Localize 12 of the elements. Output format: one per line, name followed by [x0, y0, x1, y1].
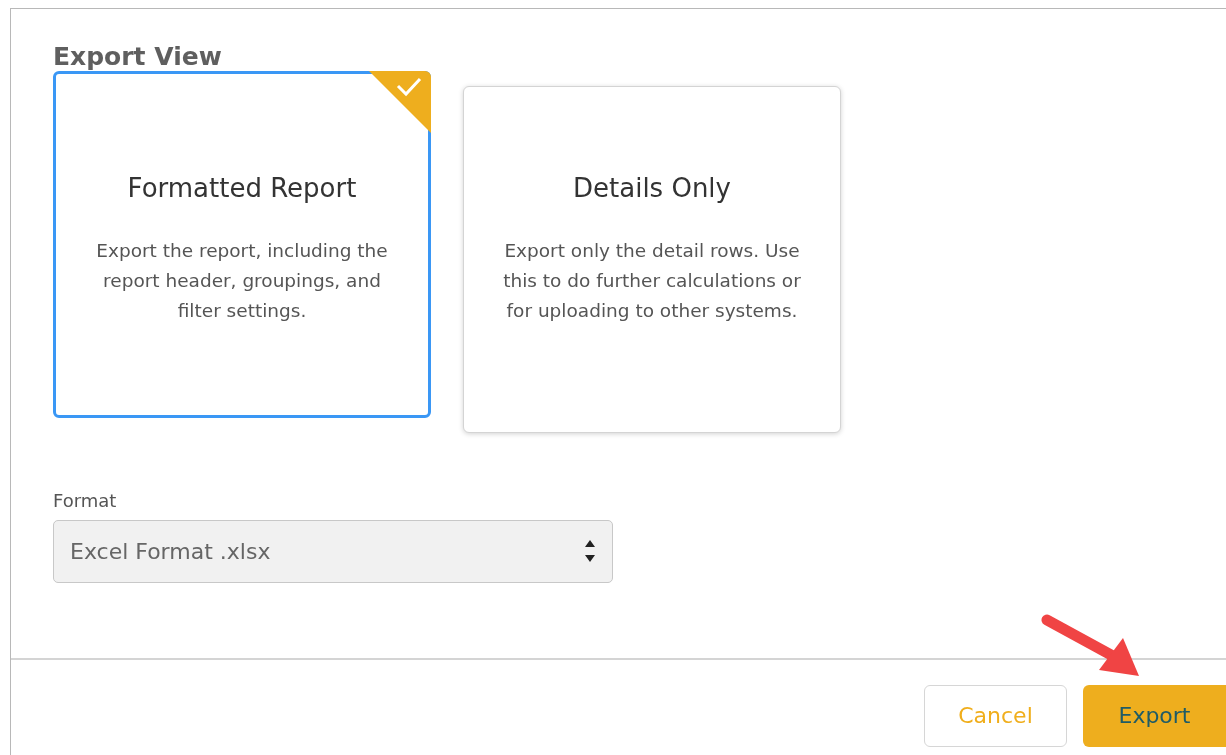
option-title: Formatted Report: [126, 171, 358, 205]
export-option-card[interactable]: Details Only Export only the detail rows. Use this to do further calculations or for uploading to other systems.: [463, 85, 841, 433]
export-button[interactable]: Export: [1083, 684, 1226, 747]
export-option-card[interactable]: Formatted Report Export the report, including the report header, groupings, and filter settings.: [53, 70, 431, 418]
option-description: Export the report, including the report header, groupings, and filter settings.: [95, 238, 389, 323]
format-label: Format: [53, 488, 118, 513]
option-title: Details Only: [572, 171, 732, 205]
dialog-title: Export View: [53, 43, 223, 71]
check-icon: [369, 70, 431, 133]
format-select[interactable]: Excel Format .xlsx: [53, 519, 613, 583]
option-description: Export only the detail rows. Use this to do further calculations or for uploading to other systems.: [502, 238, 802, 323]
spinner-icon: [584, 538, 596, 564]
